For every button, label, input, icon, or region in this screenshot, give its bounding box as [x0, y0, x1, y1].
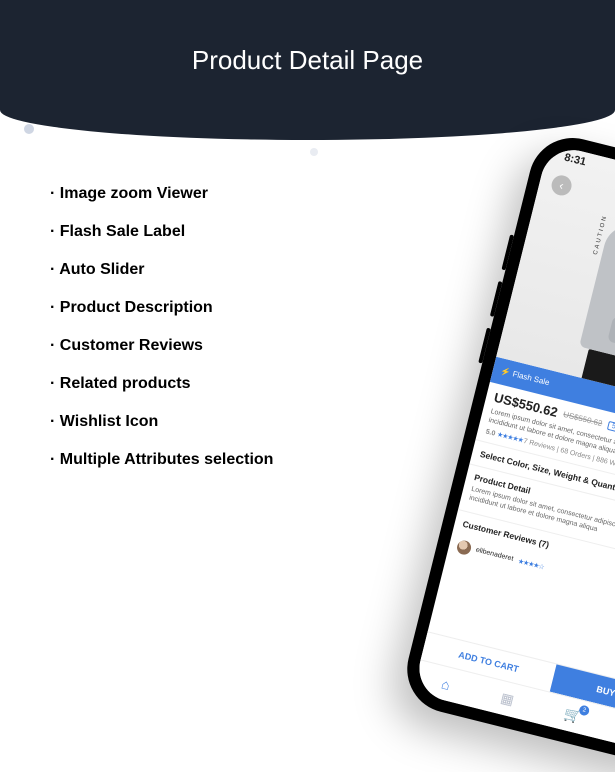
- cart-badge: 2: [578, 704, 590, 716]
- feature-item: Image zoom Viewer: [50, 185, 370, 203]
- home-icon[interactable]: ⌂: [440, 675, 452, 693]
- feature-item: Wishlist Icon: [50, 413, 370, 431]
- feature-item: Flash Sale Label: [50, 223, 370, 241]
- star-icon: ★★★★★: [496, 431, 524, 444]
- feature-item: Multiple Attributes selection: [50, 451, 370, 469]
- cart-icon[interactable]: 🛒 2: [562, 705, 583, 726]
- feature-item: Auto Slider: [50, 261, 370, 279]
- feature-item: Customer Reviews: [50, 337, 370, 355]
- flash-sale-label: Flash Sale: [500, 367, 551, 388]
- phone-frame: 8:31 ‹ CAUTION Flash Sale: [398, 129, 615, 772]
- decor-dot: [24, 124, 34, 134]
- model-illustration: CAUTION: [562, 179, 615, 405]
- phone-screen: 8:31 ‹ CAUTION Flash Sale: [412, 143, 615, 757]
- grid-icon[interactable]: ▦: [499, 689, 516, 709]
- chevron-left-icon: ‹: [558, 178, 565, 193]
- decor-dot: [310, 148, 318, 156]
- rating-value: 5.0: [485, 428, 496, 437]
- page-title: Product Detail Page: [192, 45, 423, 76]
- feature-item: Product Description: [50, 299, 370, 317]
- avatar: [456, 539, 473, 556]
- star-icon: ★★★★☆: [517, 557, 545, 571]
- feature-list: Image zoom Viewer Flash Sale Label Auto …: [50, 185, 370, 489]
- reviewer-name: elibenaderet: [475, 547, 514, 563]
- page-header: Product Detail Page: [0, 0, 615, 140]
- feature-item: Related products: [50, 375, 370, 393]
- phone-mockup: 8:31 ‹ CAUTION Flash Sale: [398, 129, 615, 772]
- sleeve-text: CAUTION: [593, 214, 609, 255]
